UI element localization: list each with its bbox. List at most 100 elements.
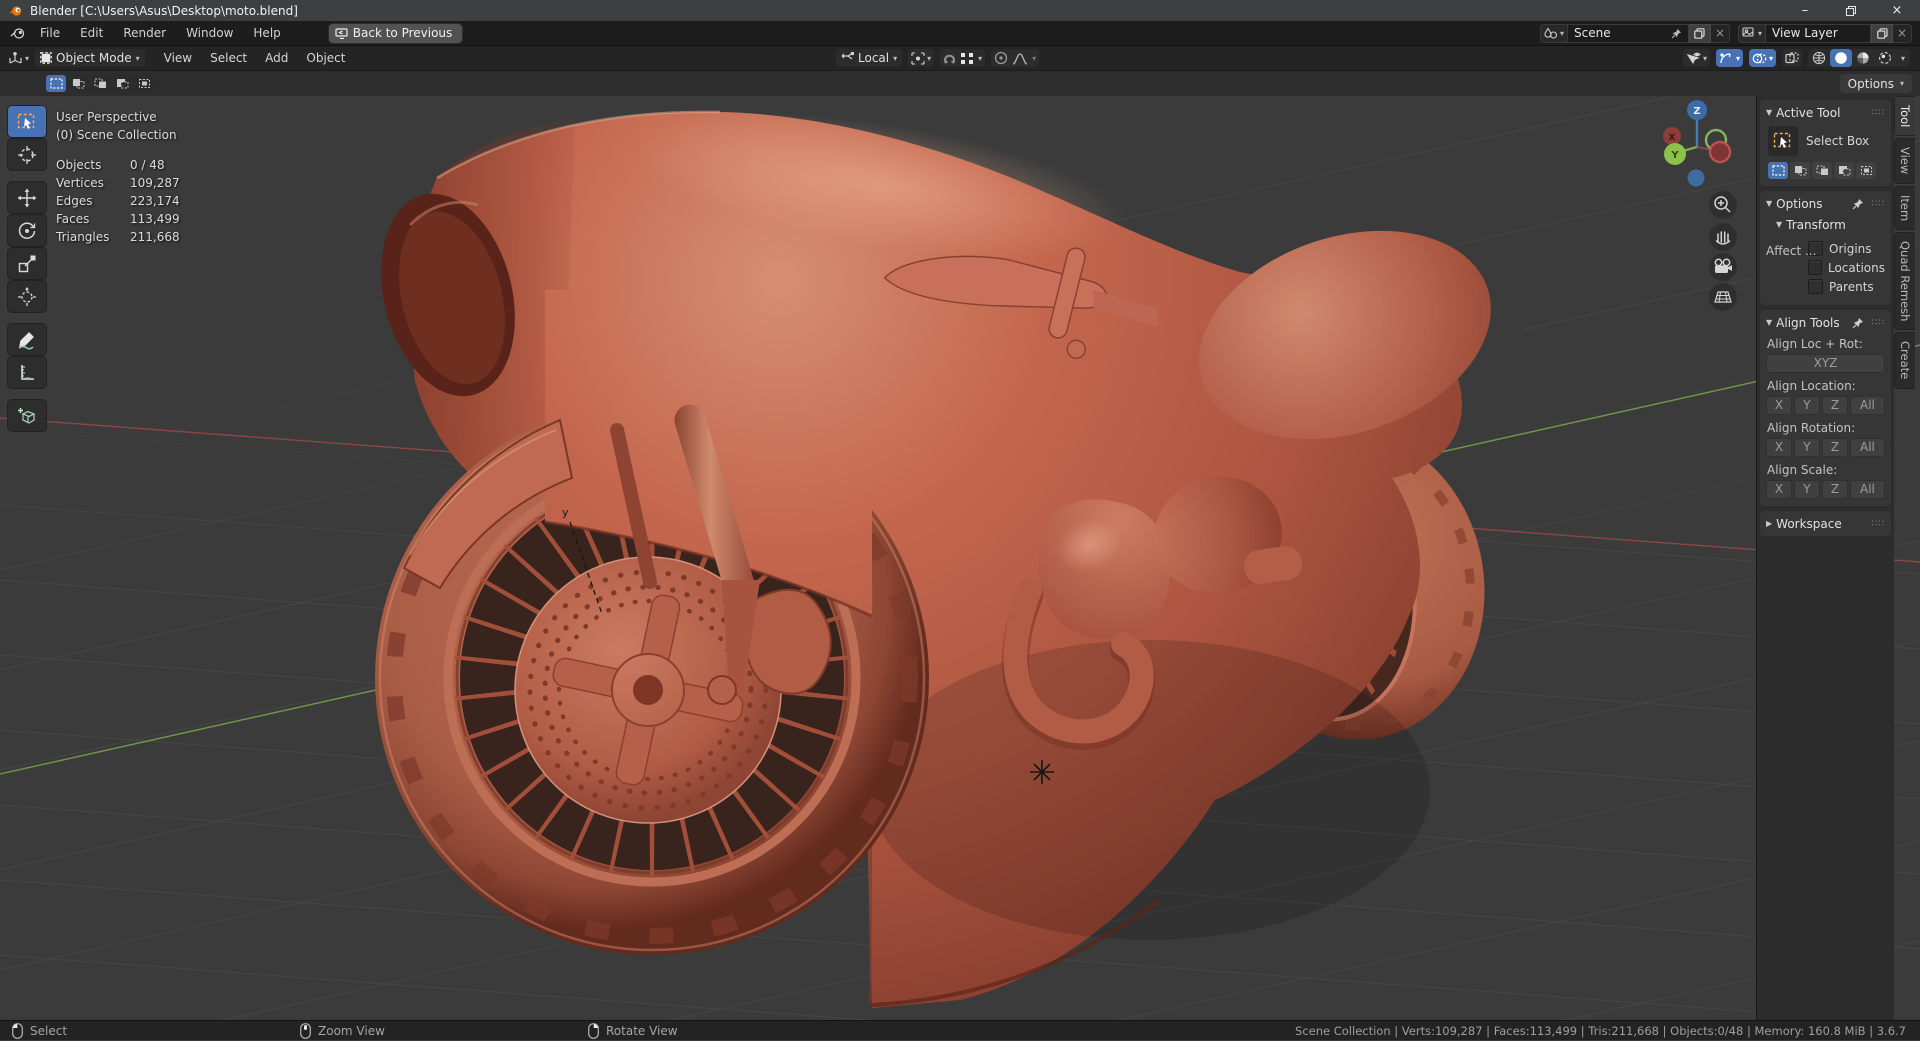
editor-type-button[interactable]: ▾ [8, 52, 29, 65]
new-view-layer-button[interactable] [1871, 24, 1893, 43]
proportional-editing-toggle[interactable]: ▾ [991, 49, 1039, 67]
remove-view-layer-button[interactable]: × [1893, 24, 1912, 43]
shading-wireframe-button[interactable] [1808, 49, 1830, 67]
tab-tool[interactable]: Tool [1894, 96, 1915, 136]
transform-subpanel-header[interactable]: ▼ Transform [1776, 216, 1885, 233]
snapping-toggle[interactable]: ▾ [940, 49, 985, 67]
menu-window[interactable]: Window [176, 21, 243, 45]
tool-move[interactable] [8, 182, 46, 213]
pivot-point-dropdown[interactable]: ▾ [908, 49, 934, 67]
app-menu-icon[interactable] [10, 27, 26, 40]
scene-name-field[interactable]: Scene [1567, 24, 1689, 43]
mode-dropdown[interactable]: Object Mode ▾ [35, 49, 145, 67]
menu-select[interactable]: Select [201, 51, 256, 65]
shading-solid-button[interactable] [1830, 49, 1852, 67]
affect-locations-row[interactable]: Locations [1808, 260, 1885, 275]
select-mode-extend[interactable] [68, 75, 88, 92]
scene-browse-button[interactable]: ▾ [1540, 24, 1567, 43]
align-location-z[interactable]: Z [1822, 396, 1848, 415]
orientation-gizmo[interactable]: Z X Y [1663, 100, 1730, 187]
align-location-all[interactable]: All [1850, 396, 1885, 415]
align-rotation-z[interactable]: Z [1822, 438, 1848, 457]
menu-render[interactable]: Render [113, 21, 176, 45]
viewport-3d-scene[interactable]: y [0, 96, 1920, 1020]
align-scale-x[interactable]: X [1766, 480, 1792, 499]
tool-measure[interactable] [8, 357, 46, 388]
tool-rotate[interactable] [8, 215, 46, 246]
shading-dropdown[interactable]: ▾ [1896, 54, 1910, 63]
gizmos-toggle[interactable]: ▾ [1716, 49, 1743, 67]
back-to-previous-button[interactable]: Back to Previous [329, 24, 463, 43]
align-scale-y[interactable]: Y [1794, 480, 1820, 499]
menu-help[interactable]: Help [243, 21, 290, 45]
show-object-types-dropdown[interactable]: ▾ [1683, 49, 1710, 67]
new-scene-button[interactable] [1689, 24, 1711, 43]
align-rotation-all[interactable]: All [1850, 438, 1885, 457]
select-mode-subtract[interactable] [1812, 162, 1832, 179]
align-scale-all[interactable]: All [1850, 480, 1885, 499]
pin-icon[interactable] [1852, 317, 1864, 329]
align-rotation-y[interactable]: Y [1794, 438, 1820, 457]
menu-object[interactable]: Object [297, 51, 354, 65]
align-location-y[interactable]: Y [1794, 396, 1820, 415]
view-layer-browse-button[interactable]: ▾ [1738, 24, 1765, 43]
affect-parents-row[interactable]: Parents [1808, 279, 1885, 294]
workspace-panel-header[interactable]: ▶ Workspace ∷∷ [1766, 515, 1885, 532]
xray-toggle[interactable] [1782, 49, 1802, 67]
menu-file[interactable]: File [30, 21, 70, 45]
snap-with-icon [960, 52, 974, 65]
select-mode-set[interactable] [1768, 162, 1788, 179]
tool-scale[interactable] [8, 248, 46, 279]
tab-create[interactable]: Create [1894, 332, 1915, 388]
tab-item[interactable]: Item [1894, 186, 1915, 230]
pan-view-button[interactable] [1709, 223, 1737, 251]
options-panel-header[interactable]: ▼ Options ∷∷ [1766, 195, 1885, 212]
select-mode-subtract[interactable] [90, 75, 110, 92]
close-button[interactable]: × [1874, 0, 1920, 21]
camera-view-button[interactable] [1709, 253, 1737, 281]
select-mode-extend[interactable] [1790, 162, 1810, 179]
tool-transform[interactable] [8, 281, 46, 312]
tool-add-cube[interactable] [8, 400, 46, 431]
pin-icon[interactable] [1852, 198, 1864, 210]
tool-annotate[interactable] [8, 324, 46, 355]
menu-add[interactable]: Add [256, 51, 297, 65]
zoom-view-button[interactable] [1709, 191, 1737, 219]
shading-material-button[interactable] [1852, 49, 1874, 67]
select-mode-invert[interactable] [112, 75, 132, 92]
unlink-scene-button[interactable]: × [1711, 24, 1730, 43]
align-location-x[interactable]: X [1766, 396, 1792, 415]
align-scale-z[interactable]: Z [1822, 480, 1848, 499]
pin-icon[interactable] [1671, 28, 1682, 39]
panel-grip[interactable]: ∷∷ [1872, 318, 1885, 328]
tool-options-dropdown[interactable]: Options▾ [1840, 74, 1912, 93]
panel-grip[interactable]: ∷∷ [1872, 108, 1885, 118]
select-mode-intersect[interactable] [134, 75, 154, 92]
affect-origins-row[interactable]: Origins [1808, 241, 1885, 256]
menu-view[interactable]: View [155, 51, 201, 65]
ortho-toggle-button[interactable] [1709, 283, 1737, 311]
transform-orientation-dropdown[interactable]: Local▾ [836, 49, 902, 67]
parents-checkbox[interactable] [1808, 279, 1823, 294]
tab-view[interactable]: View [1894, 138, 1915, 183]
tool-select-box[interactable] [8, 106, 46, 137]
minimize-button[interactable]: – [1782, 0, 1828, 21]
overlays-toggle[interactable]: ▾ [1749, 49, 1776, 67]
tab-quad-remesh[interactable]: Quad Remesh [1894, 232, 1915, 330]
align-xyz-button[interactable]: XYZ [1766, 354, 1885, 373]
active-tool-panel-header[interactable]: ▼ Active Tool ∷∷ [1766, 104, 1885, 121]
menu-edit[interactable]: Edit [70, 21, 113, 45]
view-layer-name-field[interactable]: View Layer [1765, 24, 1871, 43]
tool-cursor[interactable] [8, 139, 46, 170]
select-mode-invert[interactable] [1834, 162, 1854, 179]
select-mode-intersect[interactable] [1856, 162, 1876, 179]
panel-grip[interactable]: ∷∷ [1872, 519, 1885, 529]
restore-button[interactable] [1828, 0, 1874, 21]
panel-grip[interactable]: ∷∷ [1872, 199, 1885, 209]
locations-checkbox[interactable] [1808, 260, 1822, 275]
select-box-tool-icon[interactable] [1768, 126, 1798, 156]
select-mode-set[interactable] [46, 75, 66, 92]
align-rotation-x[interactable]: X [1766, 438, 1792, 457]
shading-rendered-button[interactable] [1874, 49, 1896, 67]
align-tools-panel-header[interactable]: ▼ Align Tools ∷∷ [1766, 314, 1885, 331]
